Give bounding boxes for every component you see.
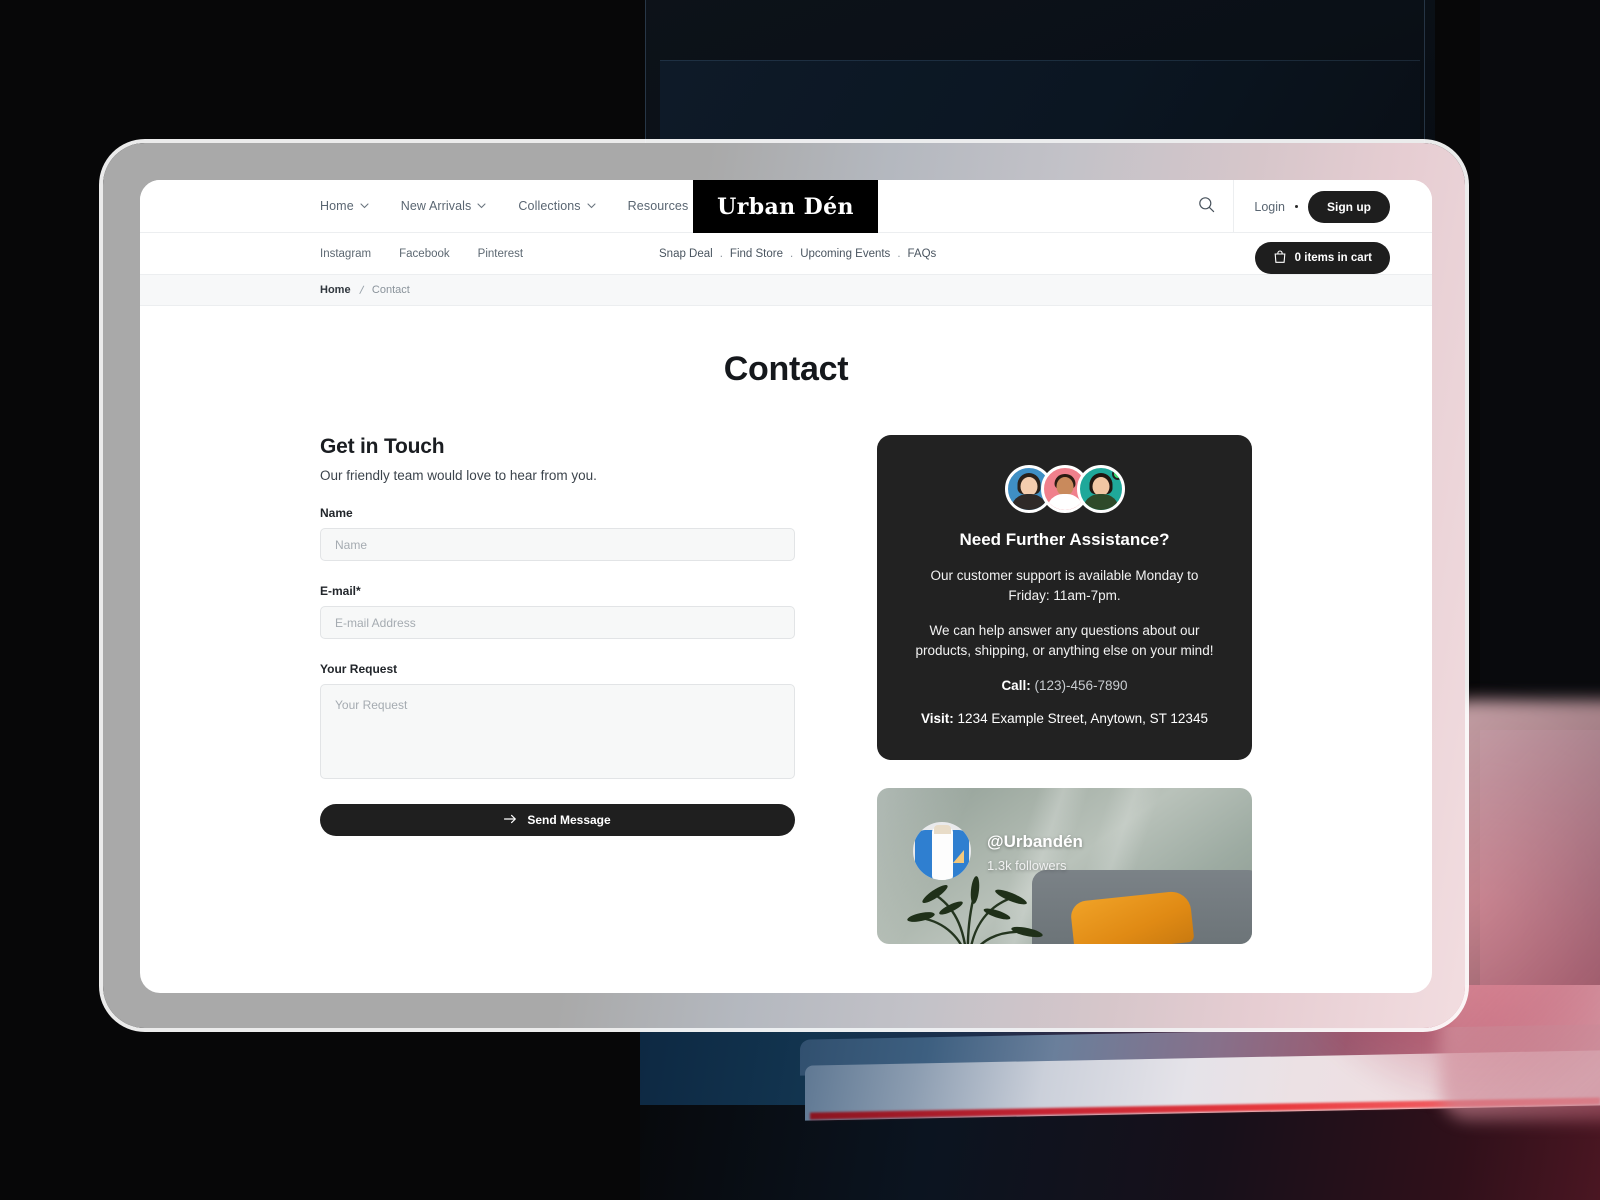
support-visit-value: 1234 Example Street, Anytown, ST 12345 (957, 711, 1208, 727)
online-status-dot (1111, 468, 1122, 480)
site-logo[interactable]: Urban Dén (693, 180, 878, 233)
nav-item-collections-label: Collections (518, 199, 581, 213)
site-subheader: Instagram Facebook Pinterest Snap Deal .… (140, 233, 1432, 275)
request-label: Your Request (320, 662, 398, 676)
support-column: Need Further Assistance? Our customer su… (877, 435, 1252, 945)
chevron-down-icon (360, 203, 369, 209)
chevron-down-icon (477, 203, 486, 209)
nav-item-collections[interactable]: Collections (518, 199, 596, 213)
instagram-followers: 1.3k followers (987, 858, 1067, 874)
shirt-icon (953, 850, 964, 864)
quick-link-snap-deal[interactable]: Snap Deal (659, 248, 713, 260)
signup-button[interactable]: Sign up (1308, 190, 1390, 223)
form-heading: Get in Touch (320, 435, 445, 458)
page-content: Get in Touch Our friendly team would lov… (140, 435, 1432, 945)
breadcrumb-current: Contact (371, 284, 410, 296)
social-link-facebook[interactable]: Facebook (399, 248, 450, 260)
request-field-group: Your Request Your Request (320, 662, 795, 779)
website-root: Home New Arrivals Collections Resources … (140, 180, 1432, 945)
quick-link-separator: . (897, 248, 901, 260)
send-message-label: Send Message (527, 813, 611, 827)
email-input[interactable]: E-mail Address (320, 606, 795, 639)
instagram-avatar (913, 822, 971, 881)
email-field-group: E-mail* E-mail Address (320, 584, 795, 639)
name-field-group: Name Name (320, 506, 795, 561)
header-actions: Login Sign up (1179, 180, 1390, 233)
send-message-button[interactable]: Send Message (320, 804, 795, 836)
request-textarea[interactable]: Your Request (320, 684, 795, 779)
search-icon (1198, 196, 1215, 218)
search-button[interactable] (1179, 180, 1233, 233)
background-right-dark (1480, 0, 1600, 730)
cart-button[interactable]: 0 items in cart (1254, 242, 1390, 274)
name-input[interactable]: Name (320, 528, 795, 561)
support-visit-row: Visit: 1234 Example Street, Anytown, ST … (911, 711, 1218, 726)
breadcrumb-separator: / (358, 282, 365, 298)
arrow-right-icon (504, 813, 517, 827)
page-title: Contact (723, 350, 849, 388)
login-link[interactable]: Login (1254, 200, 1285, 214)
email-label: E-mail* (320, 584, 361, 598)
quick-link-faqs[interactable]: FAQs (908, 248, 937, 260)
nav-item-resources-label: Resources (627, 199, 689, 213)
shirt-icon (932, 828, 953, 881)
support-help-text: We can help answer any questions about o… (915, 623, 1214, 658)
nav-item-resources[interactable]: Resources (628, 199, 704, 213)
support-card: Need Further Assistance? Our customer su… (877, 435, 1252, 761)
device-frame: Home New Arrivals Collections Resources … (103, 143, 1465, 1028)
device-screen: Home New Arrivals Collections Resources … (140, 180, 1432, 993)
support-hours-text: Our customer support is available Monday… (930, 568, 1199, 603)
quick-link-upcoming-events[interactable]: Upcoming Events (800, 248, 890, 260)
support-avatars (911, 465, 1218, 513)
instagram-handle: @Urbandén (987, 832, 1083, 852)
social-link-pinterest[interactable]: Pinterest (478, 248, 523, 260)
quick-link-separator: . (719, 248, 723, 260)
site-logo-text: Urban Dén (717, 193, 854, 220)
support-call-label: Call: (1001, 678, 1031, 694)
site-header: Home New Arrivals Collections Resources … (140, 180, 1432, 233)
nav-item-new-arrivals[interactable]: New Arrivals (401, 199, 487, 213)
nav-item-home[interactable]: Home (320, 199, 369, 213)
support-title: Need Further Assistance? (959, 530, 1170, 549)
quick-link-separator: . (789, 248, 794, 260)
auth-separator-dot (1295, 205, 1298, 208)
instagram-card[interactable]: @Urbandén 1.3k followers (877, 788, 1252, 945)
nav-item-new-arrivals-label: New Arrivals (400, 199, 472, 213)
social-links: Instagram Facebook Pinterest (320, 248, 523, 260)
breadcrumb-bar: Home / Contact (140, 275, 1432, 306)
main-navigation: Home New Arrivals Collections Resources (320, 199, 703, 213)
quick-link-find-store[interactable]: Find Store (730, 248, 783, 260)
form-subheading: Our friendly team would love to hear fro… (320, 468, 597, 483)
auth-group: Login Sign up (1234, 190, 1390, 223)
nav-item-home-label: Home (320, 199, 354, 213)
breadcrumb-home[interactable]: Home (320, 284, 351, 296)
bag-icon (1273, 249, 1287, 267)
contact-form-column: Get in Touch Our friendly team would lov… (320, 435, 795, 944)
quick-links: Snap Deal . Find Store . Upcoming Events… (659, 233, 936, 275)
cart-label: 0 items in cart (1294, 252, 1372, 264)
breadcrumb: Home / Contact (320, 283, 410, 297)
chevron-down-icon (587, 203, 596, 209)
support-call-value[interactable]: (123)-456-7890 (1034, 678, 1127, 693)
background-laptop-base (640, 1105, 1600, 1200)
name-label: Name (320, 506, 353, 520)
avatar (1076, 465, 1125, 513)
shirt-icon (934, 825, 951, 835)
support-visit-label: Visit: (921, 711, 954, 727)
support-call-row: Call: (123)-456-7890 (911, 678, 1218, 693)
social-link-instagram[interactable]: Instagram (320, 248, 371, 260)
